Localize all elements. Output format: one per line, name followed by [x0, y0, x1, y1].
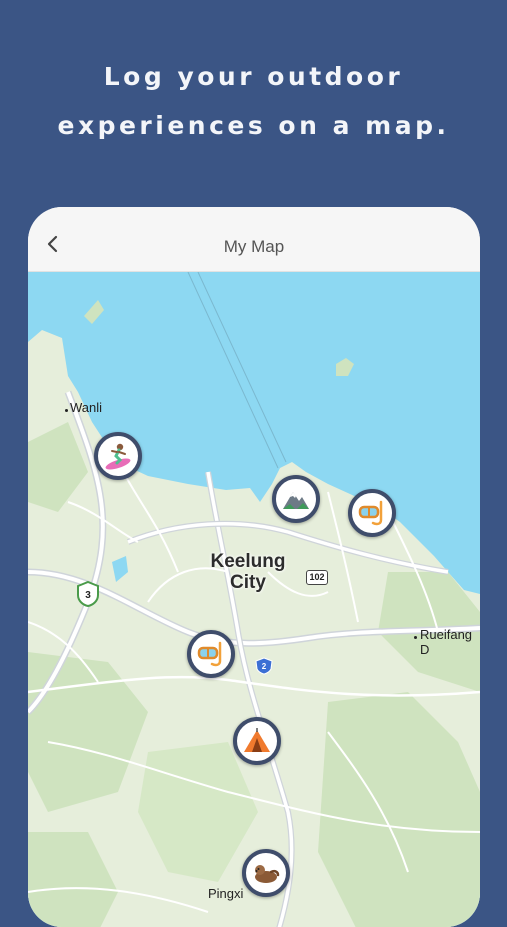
ruifang-dot — [414, 636, 417, 639]
map-label-keelung-line1: Keelung — [210, 551, 286, 572]
route-3-label: 3 — [85, 590, 91, 601]
wanli-dot — [65, 409, 68, 412]
route-3-shield: 3 — [76, 580, 100, 608]
map-label-keelung-city: Keelung City — [178, 551, 318, 593]
promo-headline-line1: Log your outdoor — [103, 62, 404, 91]
snorkel-mask-icon — [197, 641, 222, 667]
route-2-label: 2 — [262, 662, 267, 671]
map-marker-camping[interactable] — [233, 717, 281, 765]
route-2-shield: 2 — [255, 657, 273, 675]
map-marker-wildlife[interactable] — [242, 849, 290, 897]
page-title: My Map — [223, 237, 285, 256]
navigation-bar: My Map — [28, 207, 480, 272]
otter-icon — [255, 865, 280, 883]
map-marker-snorkeling[interactable] — [348, 489, 396, 537]
map-marker-surfing[interactable] — [94, 432, 142, 480]
map-label-wanli: Wanli — [70, 400, 103, 415]
mountain-icon — [283, 492, 309, 509]
promo-headline: Log your outdoor experiences on a map. — [0, 52, 507, 150]
tent-icon — [244, 728, 270, 752]
map-label-pingxi: Pingxi — [208, 886, 244, 901]
map-label-keelung-line2: City — [230, 572, 266, 593]
phone-screen: My Map Wanli Keelung City Rueifang D Pin… — [28, 207, 480, 927]
surfer-icon — [105, 443, 131, 470]
promo-headline-line2: experiences on a map. — [57, 111, 450, 140]
map-marker-snorkeling[interactable] — [187, 630, 235, 678]
map-label-ruifang: Rueifang D — [420, 627, 473, 657]
snorkel-mask-icon — [358, 500, 383, 526]
route-102-shield: 102 — [306, 570, 328, 585]
map-view[interactable]: Wanli Keelung City Rueifang D Pingxi 102… — [28, 272, 480, 927]
map-marker-hiking[interactable] — [272, 475, 320, 523]
